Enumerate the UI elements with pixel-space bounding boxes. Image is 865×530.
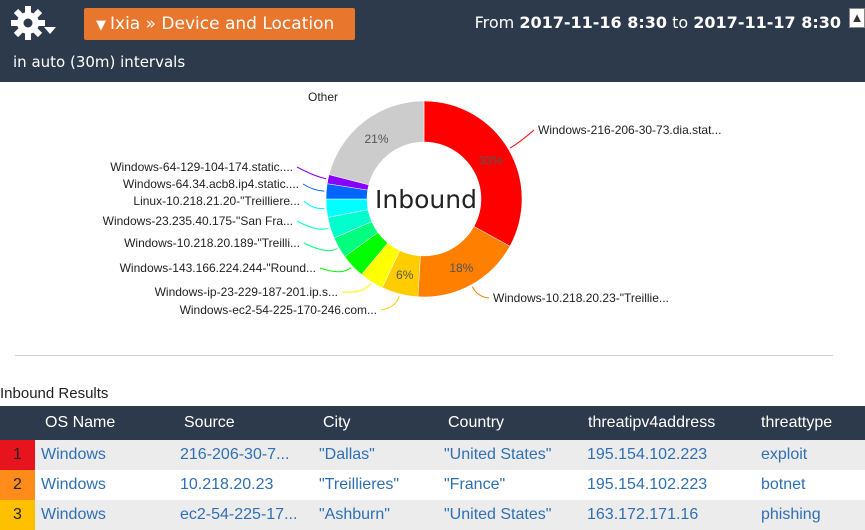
chevron-down-icon (44, 27, 56, 34)
slice-label[interactable]: Linux-10.218.21.20-"Treilliere... (133, 194, 300, 208)
inbound-donut-chart: 33% Windows-216-206-30-73.dia.stat... 18% W… (0, 82, 865, 350)
source-link[interactable]: ec2-54-225-17... (180, 506, 310, 524)
threat-ip-link[interactable]: 195.154.102.223 (587, 476, 747, 494)
threat-type-link[interactable]: botnet (761, 476, 861, 494)
threat-ip-link[interactable]: 195.154.102.223 (587, 446, 747, 464)
col-city[interactable]: City (323, 414, 351, 432)
slice-leader-line (303, 242, 338, 252)
table-header: OS Name Source City Country threatipv4ad… (0, 406, 865, 440)
city-link[interactable]: "Dallas" (319, 446, 439, 464)
results-title: Inbound Results (0, 385, 109, 402)
slice-label[interactable]: Windows-216-206-30-73.dia.stat... (538, 123, 721, 137)
slice-label[interactable]: Windows-10.218.20.189-"Treilli... (124, 236, 300, 250)
range-from: 2017-11-16 8:30 (519, 13, 668, 32)
os-name-link[interactable]: Windows (41, 506, 171, 524)
country-link[interactable]: "United States" (444, 506, 584, 524)
table-row[interactable]: 2 Windows 10.218.20.23 "Treillieres" "Fr… (0, 470, 865, 500)
slice-percent-label: 6% (396, 268, 414, 282)
slice-label[interactable]: Windows-64.34.acb8.ip4.static.... (123, 177, 299, 191)
gear-icon[interactable] (11, 6, 61, 40)
slice-label[interactable]: Windows-23.235.40.175-"San Fra... (103, 214, 293, 228)
time-range[interactable]: From 2017-11-16 8:30 to 2017-11-17 8:30 (475, 13, 841, 32)
source-link[interactable]: 10.218.20.23 (180, 476, 310, 494)
caret-down-icon: ▼ (96, 18, 106, 33)
col-threatipv4address[interactable]: threatipv4address (588, 414, 715, 432)
donut-svg: 33% Windows-216-206-30-73.dia.stat... 18% W… (103, 90, 722, 317)
col-source[interactable]: Source (184, 414, 235, 432)
col-country[interactable]: Country (448, 414, 504, 432)
slice-leader-line (319, 267, 352, 273)
donut-slice[interactable] (423, 100, 523, 247)
slice-leader-line (471, 286, 490, 299)
threat-type-link[interactable]: phishing (761, 506, 861, 524)
dashboard-title: Ixia » Device and Location (110, 14, 335, 34)
os-name-link[interactable]: Windows (41, 446, 171, 464)
country-link[interactable]: "United States" (444, 446, 584, 464)
slice-percent-label: 33% (479, 154, 503, 168)
slice-label[interactable]: Windows-ec2-54-225-170-246.com... (180, 303, 377, 317)
threat-type-link[interactable]: exploit (761, 446, 861, 464)
interval-text: in auto (30m) intervals (13, 53, 186, 71)
slice-leader-line (380, 295, 400, 311)
scroll-up-button[interactable]: ▲ (849, 8, 865, 28)
slice-label[interactable]: Windows-143.166.224.244-"Round... (120, 261, 316, 275)
threat-ip-link[interactable]: 163.172.171.16 (587, 506, 747, 524)
range-to: 2017-11-17 8:30 (693, 13, 841, 32)
city-link[interactable]: "Treillieres" (319, 476, 439, 494)
city-link[interactable]: "Ashburn" (319, 506, 439, 524)
source-link[interactable]: 216-206-30-7... (180, 446, 310, 464)
range-to-label: to (672, 13, 689, 32)
slice-leader-line (296, 220, 329, 230)
col-os-name[interactable]: OS Name (45, 414, 115, 432)
slice-label[interactable]: Windows-10.218.20.23-"Treillie... (493, 291, 669, 305)
table-row[interactable]: 1 Windows 216-206-30-7... "Dallas" "Unit… (0, 440, 865, 470)
slice-label[interactable]: Windows-ip-23-229-187-201.ip.s... (155, 285, 338, 299)
divider (15, 355, 833, 356)
row-number: 2 (0, 470, 35, 500)
slice-leader-line (509, 129, 535, 149)
slice-percent-label: 21% (364, 132, 388, 146)
slice-leader-line (302, 183, 325, 192)
settings-menu[interactable] (11, 6, 61, 40)
os-name-link[interactable]: Windows (41, 476, 171, 494)
slice-label[interactable]: Windows-64-129-104-174.static.... (110, 160, 293, 174)
dashboard-title-dropdown[interactable]: ▼ Ixia » Device and Location (84, 8, 355, 40)
slice-label[interactable]: Other (308, 90, 338, 104)
slice-leader-line (303, 200, 325, 210)
slice-percent-label: 18% (449, 261, 473, 275)
range-from-label: From (474, 13, 515, 32)
table-row[interactable]: 3 Windows ec2-54-225-17... "Ashburn" "Un… (0, 500, 865, 530)
row-number: 1 (0, 440, 35, 470)
slice-leader-line (341, 283, 371, 293)
row-number: 3 (0, 500, 35, 530)
top-bar: ▼ Ixia » Device and Location From 2017-11… (0, 0, 865, 82)
country-link[interactable]: "France" (444, 476, 584, 494)
slice-leader-line (296, 166, 327, 180)
col-threattype[interactable]: threattype (761, 414, 832, 432)
donut-center-label: Inbound (375, 185, 477, 214)
